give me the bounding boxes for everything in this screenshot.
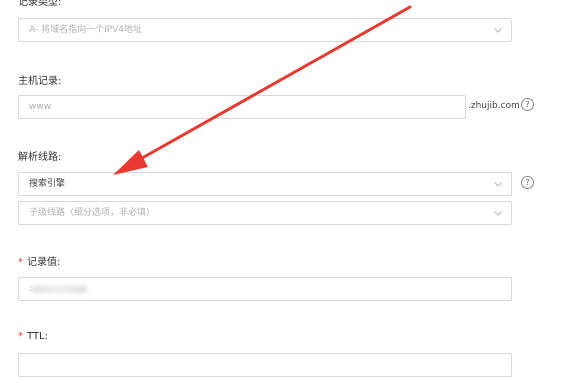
arrow-head xyxy=(113,150,148,175)
arrow-annotation xyxy=(113,5,412,175)
arrow-shaft xyxy=(126,5,412,168)
ttl-input[interactable] xyxy=(18,353,512,377)
